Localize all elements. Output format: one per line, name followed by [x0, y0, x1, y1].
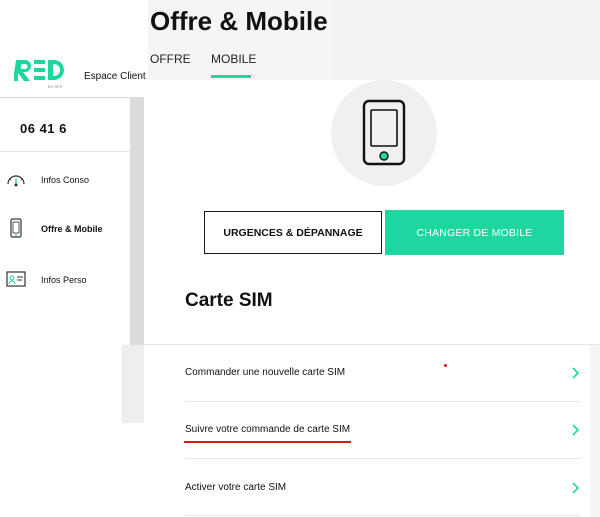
- mobile-phone-icon: [362, 99, 406, 166]
- list-item-label: Activer votre carte SIM: [185, 482, 287, 493]
- scroll-gutter: [590, 345, 600, 517]
- sidebar-scroll-border: [130, 97, 144, 345]
- list-divider: [185, 515, 580, 516]
- sidebar-item-infos-conso[interactable]: Infos Conso: [0, 167, 131, 197]
- list-item-commander-sim[interactable]: Commander une nouvelle carte SIM: [185, 345, 580, 402]
- chevron-right-icon: [572, 482, 580, 494]
- changer-de-mobile-button[interactable]: CHANGER DE MOBILE: [385, 210, 564, 255]
- svg-text:BY SFR: BY SFR: [48, 84, 62, 89]
- list-item-label: Suivre votre commande de carte SIM: [185, 424, 351, 435]
- chevron-right-icon: [572, 367, 580, 379]
- tab-offre[interactable]: OFFRE: [150, 52, 191, 66]
- sidebar-item-infos-perso[interactable]: Infos Perso: [0, 265, 131, 295]
- sidebar-item-label: Offre & Mobile: [41, 224, 103, 234]
- list-item-suivre-commande[interactable]: Suivre votre commande de carte SIM: [185, 402, 580, 459]
- sidebar-divider: [0, 151, 131, 152]
- header-background-right: [333, 0, 600, 80]
- list-item-label: Commander une nouvelle carte SIM: [185, 367, 346, 378]
- espace-client-link[interactable]: Espace Client: [84, 71, 146, 82]
- id-card-icon: [6, 271, 26, 287]
- sidebar-item-label: Infos Perso: [41, 275, 87, 285]
- section-title: Carte SIM: [185, 290, 273, 311]
- mobile-phone-icon: [10, 218, 22, 238]
- list-item-activer-sim[interactable]: Activer votre carte SIM: [185, 459, 580, 516]
- red-logo[interactable]: BY SFR: [14, 58, 66, 92]
- tab-mobile[interactable]: MOBILE: [211, 52, 256, 66]
- active-tab-indicator: [211, 75, 251, 78]
- chevron-right-icon: [572, 424, 580, 436]
- page-title: Offre & Mobile: [150, 6, 328, 36]
- sidebar-item-offre-mobile[interactable]: Offre & Mobile: [0, 214, 131, 244]
- phone-number: 06 41 6: [20, 121, 67, 136]
- sidebar-item-label: Infos Conso: [41, 175, 90, 185]
- gauge-icon: [7, 175, 25, 187]
- sidebar-divider: [0, 97, 131, 98]
- annotation-dot: [444, 364, 447, 367]
- scroll-gutter: [122, 345, 144, 423]
- annotation-underline: [184, 441, 351, 443]
- urgences-depannage-button[interactable]: URGENCES & DÉPANNAGE: [204, 211, 382, 254]
